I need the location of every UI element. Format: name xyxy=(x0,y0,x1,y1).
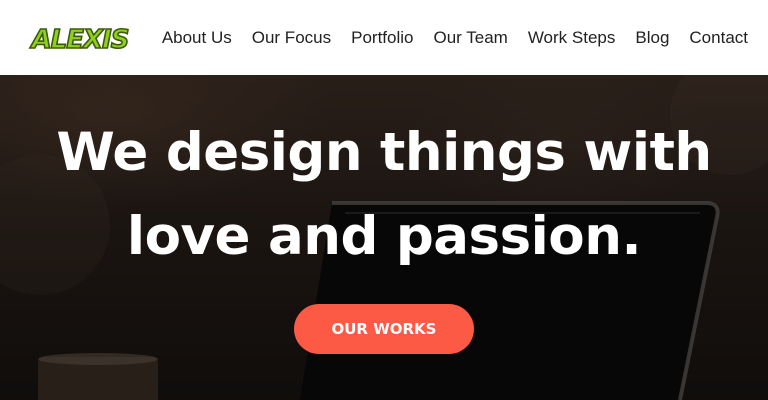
logo[interactable]: ALEXIS xyxy=(22,14,140,60)
nav-about-us[interactable]: About Us xyxy=(162,28,232,48)
logo-text: ALEXIS xyxy=(30,25,129,55)
nav-portfolio[interactable]: Portfolio xyxy=(351,28,413,48)
nav-blog[interactable]: Blog xyxy=(635,28,669,48)
hero-title: We design things with love and passion. xyxy=(56,122,712,267)
nav-contact[interactable]: Contact xyxy=(689,28,748,48)
nav-our-team[interactable]: Our Team xyxy=(433,28,507,48)
nav-work-steps[interactable]: Work Steps xyxy=(528,28,616,48)
hero-section: We design things with love and passion. … xyxy=(0,75,768,400)
main-nav: About Us Our Focus Portfolio Our Team Wo… xyxy=(162,0,748,75)
site-header: ALEXIS About Us Our Focus Portfolio Our … xyxy=(0,0,768,75)
our-works-button[interactable]: OUR WORKS xyxy=(294,304,474,354)
nav-our-focus[interactable]: Our Focus xyxy=(252,28,331,48)
